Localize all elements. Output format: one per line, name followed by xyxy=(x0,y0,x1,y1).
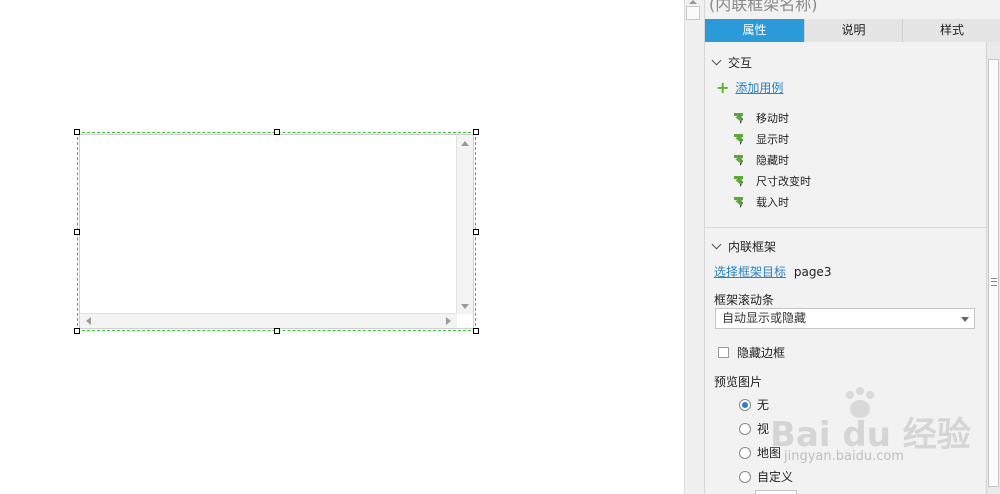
event-label: 显示时 xyxy=(756,133,789,146)
frame-target-value: page3 xyxy=(793,265,832,279)
hide-border-row[interactable]: 隐藏边框 xyxy=(718,344,785,361)
inspector-panel: (内联框架名称) 属性 说明 样式 交互 + 添加用例 移动时 显示时 隐藏时 xyxy=(704,0,1000,494)
scroll-thumb[interactable] xyxy=(686,6,700,20)
preview-option-video[interactable]: 视 xyxy=(739,420,769,437)
tab-properties[interactable]: 属性 xyxy=(705,19,805,42)
radio-label: 视 xyxy=(757,422,770,436)
canvas-scrollbar[interactable] xyxy=(684,0,704,494)
inline-frame-header-label: 内联框架 xyxy=(728,240,777,254)
scroll-down-arrow-icon xyxy=(461,304,469,309)
radio-button[interactable] xyxy=(739,422,751,435)
tab-notes[interactable]: 说明 xyxy=(805,19,903,42)
grip-icon xyxy=(991,278,997,286)
frame-scrollbar-label: 框架滚动条 xyxy=(714,293,775,307)
inspector-tabs: 属性 说明 样式 xyxy=(705,19,1000,42)
preview-option-custom[interactable]: 自定义 xyxy=(739,468,793,485)
radio-label: 无 xyxy=(757,398,770,412)
frame-scrollbar-value: 自动显示或隐藏 xyxy=(722,311,807,325)
section-divider xyxy=(705,227,987,228)
radio-button[interactable] xyxy=(739,398,751,411)
resize-handle-top-left[interactable] xyxy=(74,129,80,135)
dropdown-arrow-icon xyxy=(961,317,969,322)
frame-target-row: 选择框架目标 page3 xyxy=(714,263,831,280)
add-case-row[interactable]: + 添加用例 xyxy=(716,79,783,96)
resize-handle-top[interactable] xyxy=(274,129,280,135)
inline-frame-widget[interactable] xyxy=(77,132,476,331)
scroll-up-arrow-icon[interactable] xyxy=(689,0,697,4)
interaction-header-label: 交互 xyxy=(728,56,753,70)
resize-handle-bottom-left[interactable] xyxy=(74,328,80,334)
radio-button[interactable] xyxy=(739,446,751,459)
resize-handle-right[interactable] xyxy=(473,229,479,235)
inline-frame-preview xyxy=(79,134,474,329)
panel-scroll-thumb[interactable] xyxy=(988,59,999,487)
chevron-down-icon xyxy=(711,55,722,66)
frame-scrollbar-select[interactable]: 自动显示或隐藏 xyxy=(715,308,975,329)
event-icon xyxy=(734,154,746,166)
resize-handle-left[interactable] xyxy=(74,229,80,235)
preview-option-none[interactable]: 无 xyxy=(739,396,769,413)
event-item[interactable]: 载入时 xyxy=(734,194,789,210)
interaction-section-header[interactable]: 交互 xyxy=(711,54,753,71)
frame-horizontal-scrollbar xyxy=(80,313,457,328)
preview-image-label: 预览图片 xyxy=(714,375,763,389)
radio-label: 自定义 xyxy=(757,470,794,484)
resize-handle-bottom[interactable] xyxy=(274,328,280,334)
frame-vertical-scrollbar xyxy=(456,135,473,314)
radio-label: 地图 xyxy=(757,446,782,460)
tab-style[interactable]: 样式 xyxy=(903,19,1000,42)
plus-icon: + xyxy=(716,77,730,97)
scroll-up-arrow-icon xyxy=(461,141,469,146)
scroll-right-arrow-icon xyxy=(446,317,451,325)
resize-handle-top-right[interactable] xyxy=(473,129,479,135)
resize-handle-bottom-right[interactable] xyxy=(473,328,479,334)
inline-frame-section-header[interactable]: 内联框架 xyxy=(711,238,777,255)
custom-image-field[interactable] xyxy=(755,490,797,494)
event-item[interactable]: 隐藏时 xyxy=(734,152,789,168)
chevron-down-icon xyxy=(711,239,722,250)
event-label: 载入时 xyxy=(756,196,789,209)
event-item[interactable]: 尺寸改变时 xyxy=(734,173,811,189)
add-case-link[interactable]: 添加用例 xyxy=(735,79,783,96)
event-item[interactable]: 移动时 xyxy=(734,110,789,126)
event-icon xyxy=(734,175,746,187)
design-canvas[interactable] xyxy=(0,0,684,494)
event-icon xyxy=(734,196,746,208)
scroll-left-arrow-icon xyxy=(86,317,91,325)
event-icon xyxy=(734,112,746,124)
event-label: 隐藏时 xyxy=(756,154,789,167)
widget-name-field[interactable]: (内联框架名称) xyxy=(709,0,818,15)
preview-option-map[interactable]: 地图 xyxy=(739,444,781,461)
select-frame-target-link[interactable]: 选择框架目标 xyxy=(714,265,786,279)
properties-content: 交互 + 添加用例 移动时 显示时 隐藏时 尺寸改变时 载入时 内联框架 选择框… xyxy=(705,42,987,494)
event-item[interactable]: 显示时 xyxy=(734,131,789,147)
radio-button[interactable] xyxy=(739,470,751,483)
panel-scrollbar[interactable] xyxy=(986,42,1000,494)
event-icon xyxy=(734,133,746,145)
event-label: 尺寸改变时 xyxy=(756,175,811,188)
hide-border-label: 隐藏边框 xyxy=(737,346,786,360)
event-label: 移动时 xyxy=(756,112,789,125)
hide-border-checkbox[interactable] xyxy=(718,347,729,358)
